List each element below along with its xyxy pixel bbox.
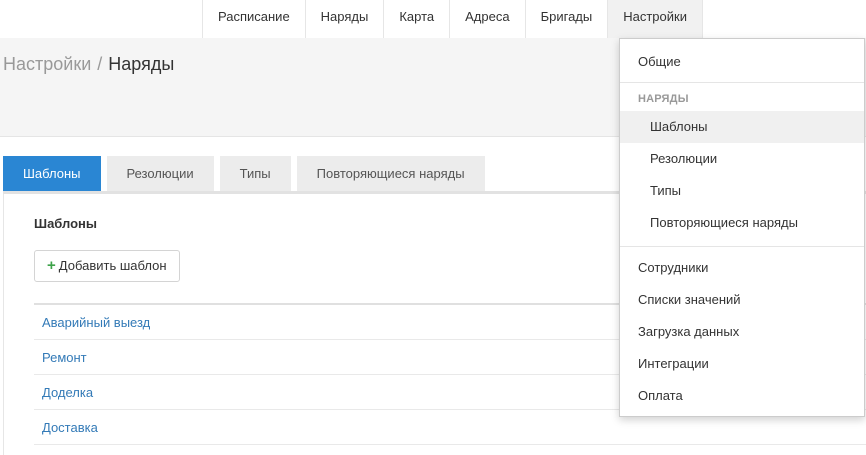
breadcrumb: Настройки / Наряды bbox=[3, 54, 174, 75]
dropdown-item-value-lists[interactable]: Списки значений bbox=[620, 284, 864, 316]
dropdown-item-templates[interactable]: Шаблоны bbox=[620, 111, 864, 143]
nav-teams[interactable]: Бригады bbox=[524, 0, 608, 38]
dropdown-item-resolutions[interactable]: Резолюции bbox=[620, 143, 864, 175]
dropdown-item-integrations[interactable]: Интеграции bbox=[620, 348, 864, 380]
nav-schedule[interactable]: Расписание bbox=[202, 0, 305, 38]
settings-tabs: Шаблоны Резолюции Типы Повторяющиеся нар… bbox=[3, 156, 491, 192]
dropdown-section-header: НАРЯДЫ bbox=[638, 93, 689, 105]
dropdown-item-payment[interactable]: Оплата bbox=[620, 380, 864, 412]
template-link[interactable]: Доставка bbox=[42, 420, 98, 435]
template-link[interactable]: Ремонт bbox=[42, 350, 87, 365]
nav-map[interactable]: Карта bbox=[383, 0, 449, 38]
tab-types[interactable]: Типы bbox=[219, 156, 291, 192]
template-link[interactable]: Аварийный выезд bbox=[42, 315, 150, 330]
dropdown-item-types[interactable]: Типы bbox=[620, 175, 864, 207]
plus-icon: + bbox=[47, 257, 56, 274]
breadcrumb-parent[interactable]: Настройки bbox=[3, 54, 91, 74]
dropdown-item-recurring[interactable]: Повторяющиеся наряды bbox=[620, 207, 864, 239]
settings-dropdown: Общие НАРЯДЫ Шаблоны Резолюции Типы Повт… bbox=[619, 38, 865, 417]
breadcrumb-separator: / bbox=[97, 54, 103, 74]
breadcrumb-current: Наряды bbox=[108, 54, 175, 74]
dropdown-item-data-import[interactable]: Загрузка данных bbox=[620, 316, 864, 348]
nav-addresses[interactable]: Адреса bbox=[449, 0, 524, 38]
nav-orders[interactable]: Наряды bbox=[304, 0, 384, 38]
nav-settings[interactable]: Настройки bbox=[607, 0, 703, 38]
dropdown-divider bbox=[620, 246, 864, 247]
template-link[interactable]: Доделка bbox=[42, 385, 93, 400]
tab-resolutions[interactable]: Резолюции bbox=[106, 156, 214, 192]
top-nav: Расписание Наряды Карта Адреса Бригады Н… bbox=[202, 0, 703, 38]
dropdown-item-general[interactable]: Общие bbox=[620, 46, 864, 78]
add-template-label: Добавить шаблон bbox=[58, 258, 167, 273]
dropdown-divider bbox=[620, 82, 864, 83]
dropdown-item-employees[interactable]: Сотрудники bbox=[620, 252, 864, 284]
add-template-button[interactable]: + Добавить шаблон bbox=[34, 250, 180, 282]
panel-title: Шаблоны bbox=[34, 216, 97, 231]
tab-recurring-orders[interactable]: Повторяющиеся наряды bbox=[296, 156, 485, 192]
tab-templates[interactable]: Шаблоны bbox=[3, 156, 101, 192]
